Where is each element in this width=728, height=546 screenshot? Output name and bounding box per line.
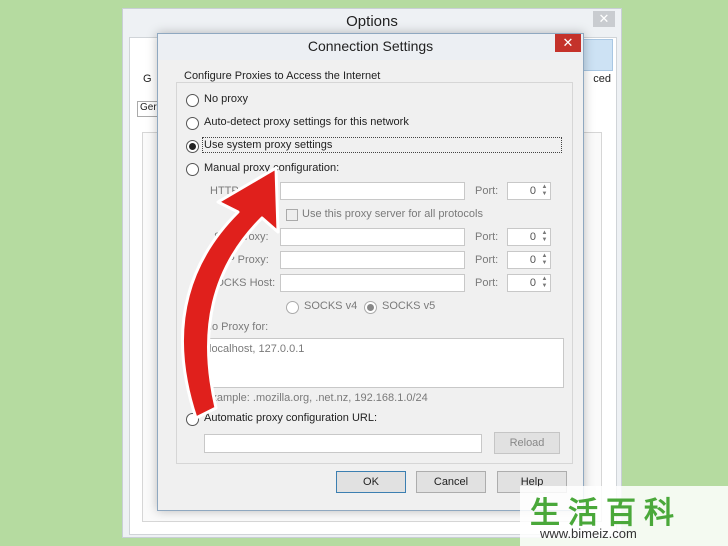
socks-v5-radio[interactable] — [364, 301, 377, 314]
use-system-proxy-label[interactable]: Use system proxy settings — [202, 137, 562, 153]
no-proxy-label[interactable]: No proxy — [204, 93, 248, 105]
ftp-port-label: Port: — [475, 254, 499, 266]
watermark-url: www.bimeiz.com — [540, 526, 637, 541]
ftp-port-value: 0 — [529, 254, 536, 266]
no-proxy-for-value: localhost, 127.0.0.1 — [209, 343, 305, 355]
advanced-tab-icon[interactable] — [583, 39, 613, 71]
auto-proxy-url-label[interactable]: Automatic proxy configuration URL: — [204, 412, 377, 424]
reload-button[interactable]: Reload — [494, 432, 560, 454]
auto-proxy-url-input[interactable] — [204, 434, 482, 453]
ssl-port-label: Port: — [475, 231, 499, 243]
ok-button[interactable]: OK — [336, 471, 406, 493]
cancel-button[interactable]: Cancel — [416, 471, 486, 493]
socks-v4-label: SOCKS v4 — [304, 300, 358, 312]
socks-port-value: 0 — [529, 277, 536, 289]
no-proxy-for-label: No Proxy for: — [204, 321, 269, 333]
http-proxy-label: HTTP Proxy: — [210, 185, 273, 197]
tab-advanced[interactable]: ced — [593, 73, 611, 85]
use-system-proxy-radio[interactable] — [186, 140, 199, 153]
ssl-port-stepper[interactable]: 0 ▲ ▼ — [507, 228, 551, 246]
auto-detect-radio[interactable] — [186, 117, 199, 130]
http-proxy-input[interactable] — [280, 182, 465, 200]
dialog-title: Connection Settings — [307, 38, 434, 54]
watermark: 生活百科 www.bimeiz.com — [520, 486, 728, 546]
spin-arrows-icon[interactable]: ▲ ▼ — [540, 184, 549, 198]
ftp-port-stepper[interactable]: 0 ▲ ▼ — [507, 251, 551, 269]
ssl-proxy-label: SSL Proxy: — [214, 231, 269, 243]
tab-general[interactable]: G — [143, 73, 152, 85]
ssl-proxy-input[interactable] — [280, 228, 465, 246]
proxy-group-label: Configure Proxies to Access the Internet — [181, 70, 384, 82]
socks-host-input[interactable] — [280, 274, 465, 292]
socks-port-label: Port: — [475, 277, 499, 289]
ssl-port-value: 0 — [529, 231, 536, 243]
ftp-proxy-input[interactable] — [280, 251, 465, 269]
socks-v4-radio[interactable] — [286, 301, 299, 314]
no-proxy-for-textarea[interactable]: localhost, 127.0.0.1 — [204, 338, 564, 388]
no-proxy-radio[interactable] — [186, 94, 199, 107]
http-port-value: 0 — [529, 185, 536, 197]
options-close-button[interactable]: ✕ — [593, 11, 615, 27]
dialog-close-button[interactable]: ✕ — [555, 34, 581, 52]
options-title: Options — [346, 13, 398, 30]
socks-port-stepper[interactable]: 0 ▲ ▼ — [507, 274, 551, 292]
socks-host-label: SOCKS Host: — [208, 277, 276, 289]
example-hint: Example: .mozilla.org, .net.nz, 192.168.… — [204, 392, 428, 404]
spin-arrows-icon[interactable]: ▲ ▼ — [540, 276, 549, 290]
connection-settings-dialog: Connection Settings ✕ Configure Proxies … — [157, 33, 584, 511]
socks-v5-label: SOCKS v5 — [382, 300, 436, 312]
auto-proxy-url-radio[interactable] — [186, 413, 199, 426]
manual-proxy-radio[interactable] — [186, 163, 199, 176]
spin-arrows-icon[interactable]: ▲ ▼ — [540, 253, 549, 267]
dialog-titlebar: Connection Settings — [158, 34, 583, 60]
ftp-proxy-label: FTP Proxy: — [214, 254, 269, 266]
auto-detect-label[interactable]: Auto-detect proxy settings for this netw… — [204, 116, 409, 128]
use-for-all-checkbox[interactable] — [286, 209, 298, 221]
use-for-all-label: Use this proxy server for all protocols — [302, 208, 483, 220]
http-port-stepper[interactable]: 0 ▲ ▼ — [507, 182, 551, 200]
spin-arrows-icon[interactable]: ▲ ▼ — [540, 230, 549, 244]
http-port-label: Port: — [475, 185, 499, 197]
manual-proxy-label[interactable]: Manual proxy configuration: — [204, 162, 339, 174]
